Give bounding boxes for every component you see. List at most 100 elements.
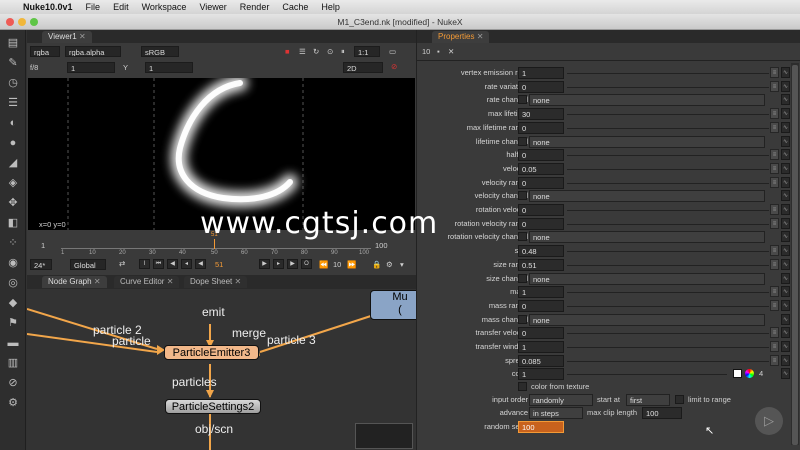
timeline-lock-icon[interactable]: 🔒 — [372, 260, 381, 269]
node-graph-panel[interactable]: Node Graph ✕ Curve Editor ✕ Dope Sheet ✕… — [27, 275, 430, 450]
transform-tools-icon[interactable]: ✥ — [5, 196, 21, 210]
particle-emitter-node[interactable]: ParticleEmitter3 — [164, 345, 259, 360]
curve-icon[interactable]: ∿ — [781, 299, 790, 311]
play-back-button[interactable]: ◀ — [195, 259, 206, 269]
curve-icon[interactable]: ∿ — [781, 204, 790, 215]
loop-icon[interactable]: ⇄ — [119, 259, 125, 268]
skip-back-icon[interactable]: ⏪ — [319, 260, 328, 269]
refresh-icon[interactable]: ↻ — [313, 47, 319, 56]
knob-slider[interactable] — [567, 114, 769, 116]
curve-icon[interactable]: ∿ — [781, 162, 790, 174]
input-order-dropdown[interactable]: randomly — [529, 394, 593, 406]
properties-count[interactable]: 10 — [422, 47, 430, 56]
play-overlay-icon[interactable]: ▷ — [755, 407, 783, 435]
compare-icon[interactable]: ▭ — [389, 47, 396, 56]
knob-value-field[interactable]: 0.48 — [518, 245, 564, 258]
curve-icon[interactable]: ∿ — [781, 368, 790, 380]
curve-icon[interactable]: ∿ — [781, 176, 790, 188]
particles-tools-icon[interactable]: ⁘ — [5, 236, 21, 250]
curve-icon[interactable]: ∿ — [781, 135, 790, 147]
knob-slider[interactable] — [567, 333, 769, 335]
curve-icon[interactable]: ∿ — [781, 108, 790, 120]
menu-cache[interactable]: Cache — [282, 2, 308, 12]
animation-menu-icon[interactable]: ≡ — [770, 121, 779, 133]
metadata-tools-icon[interactable]: ◆ — [5, 296, 21, 310]
curve-icon[interactable]: ∿ — [781, 190, 790, 202]
keyer-tools-icon[interactable]: ◢ — [5, 156, 21, 170]
curve-icon[interactable]: ∿ — [781, 286, 790, 298]
channel-dropdown[interactable]: none — [529, 190, 765, 203]
animation-menu-icon[interactable]: ≡ — [770, 162, 779, 174]
knob-slider[interactable] — [567, 251, 769, 253]
curve-icon[interactable]: ∿ — [781, 217, 790, 229]
play-forward-button[interactable]: ▶ — [259, 259, 270, 269]
knob-value-field[interactable]: 0.51 — [518, 258, 564, 271]
toolsets-icon[interactable]: ⚑ — [5, 316, 21, 330]
knob-value-field[interactable]: 0 — [518, 149, 564, 162]
tab-dope-sheet[interactable]: Dope Sheet ✕ — [184, 276, 248, 288]
knob-slider[interactable] — [567, 305, 769, 307]
menu-edit[interactable]: Edit — [113, 2, 129, 12]
lock-icon[interactable]: ■ — [285, 47, 290, 56]
tab-viewer1[interactable]: Viewer1 ✕ — [42, 31, 92, 43]
animation-menu-icon[interactable]: ≡ — [770, 299, 779, 311]
knob-value-field[interactable]: 1 — [518, 341, 564, 353]
curve-icon[interactable]: ∿ — [781, 121, 790, 133]
knob-value-field[interactable]: 0 — [518, 299, 564, 312]
timeline-bar[interactable]: 1 10 20 30 40 50 60 70 80 90 100 51 — [61, 232, 371, 256]
prev-key-button[interactable]: ◀ — [167, 259, 178, 269]
knob-slider[interactable] — [567, 182, 769, 184]
knob-slider[interactable] — [567, 86, 769, 88]
knob-slider[interactable] — [567, 210, 769, 211]
next-key-button[interactable]: ▶ — [287, 259, 298, 269]
menu-workspace[interactable]: Workspace — [142, 2, 187, 12]
stereo-icon[interactable]: ⊘ — [391, 62, 397, 71]
time-tools-icon[interactable]: ◷ — [5, 76, 21, 90]
knob-slider[interactable] — [567, 264, 769, 266]
tab-node-graph[interactable]: Node Graph ✕ — [42, 276, 107, 288]
knob-slider[interactable] — [567, 155, 769, 157]
channel-checkbox[interactable] — [518, 136, 527, 146]
knob-value-field[interactable]: 0 — [518, 80, 564, 93]
animation-menu-icon[interactable]: ≡ — [770, 80, 779, 92]
knob-slider[interactable] — [567, 292, 769, 294]
frame-field[interactable]: 51 — [215, 260, 223, 269]
curve-icon[interactable]: ∿ — [781, 272, 790, 284]
start-at-dropdown[interactable]: first — [626, 394, 670, 406]
zoom-dropdown[interactable]: 1:1 — [354, 46, 380, 57]
animation-menu-icon[interactable]: ≡ — [770, 258, 779, 270]
knob-value-field[interactable]: 1 — [518, 67, 564, 79]
other-tools-icon[interactable]: ▬ — [5, 336, 21, 350]
views-tools-icon[interactable]: ◎ — [5, 276, 21, 290]
clip-warning-icon[interactable]: ☰ — [299, 47, 306, 56]
tab-curve-editor[interactable]: Curve Editor ✕ — [114, 276, 180, 288]
curve-icon[interactable]: ∿ — [781, 149, 790, 161]
curve-icon[interactable]: ∿ — [781, 258, 790, 270]
pause-icon[interactable]: ⏸ — [341, 47, 345, 57]
color-wheel-icon[interactable] — [745, 369, 754, 379]
out-point-button[interactable]: O — [301, 259, 312, 269]
lock-properties-icon[interactable]: ▪ — [437, 47, 440, 56]
advance-dropdown[interactable]: in steps — [529, 407, 583, 419]
timeline-menu-icon[interactable]: ▾ — [400, 260, 404, 269]
animation-menu-icon[interactable]: ≡ — [770, 354, 779, 366]
filter-tools-icon[interactable]: ● — [5, 136, 21, 150]
animation-menu-icon[interactable]: ≡ — [770, 149, 779, 161]
knob-value-field[interactable]: 1 — [518, 368, 564, 381]
knob-value-field[interactable]: 0 — [518, 176, 564, 189]
knob-value-field[interactable]: 0 — [518, 327, 564, 340]
channel-checkbox[interactable] — [518, 273, 527, 283]
knob-value-field[interactable]: 0 — [518, 204, 564, 216]
animation-menu-icon[interactable]: ≡ — [770, 245, 779, 257]
app-menu[interactable]: Nuke10.0v1 — [23, 2, 73, 12]
deep-tools-icon[interactable]: ◉ — [5, 256, 21, 270]
curve-icon[interactable]: ∿ — [781, 231, 790, 243]
next-frame-button[interactable]: ▸ — [273, 259, 284, 269]
scrollbar-thumb[interactable] — [792, 65, 798, 445]
knob-slider[interactable] — [567, 168, 769, 170]
scope-dropdown[interactable]: Global — [70, 259, 106, 270]
channel-tools-icon[interactable]: ☰ — [5, 96, 21, 110]
channel-checkbox[interactable] — [518, 191, 527, 201]
merge-tools-icon[interactable]: ◈ — [5, 176, 21, 190]
view-mode-dropdown[interactable]: 2D — [343, 62, 383, 73]
